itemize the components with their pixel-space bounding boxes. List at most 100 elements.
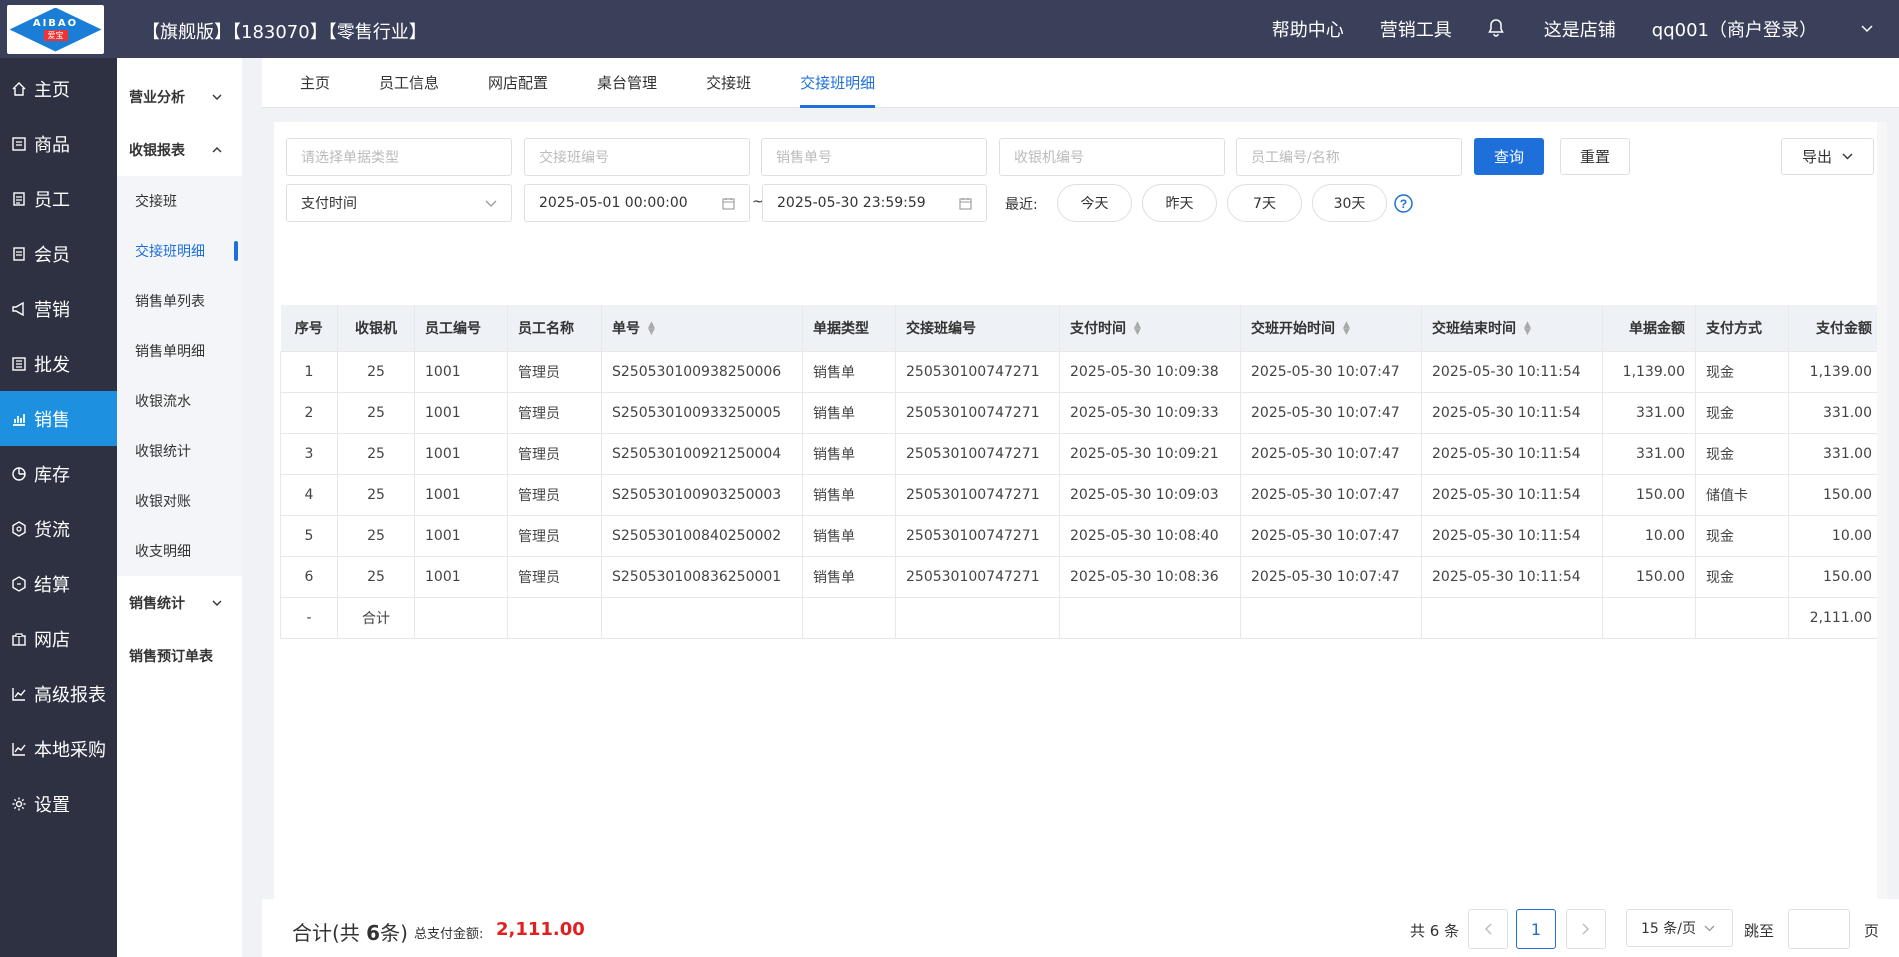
table-cell: 6 [280, 555, 338, 598]
shift-no-input[interactable]: 交接班编号 [524, 138, 750, 176]
scrollbar-track[interactable] [1877, 122, 1887, 957]
table-cell: 2025-05-30 10:08:36 [1059, 555, 1241, 598]
sort-icon[interactable]: ▲ ▼ [1343, 320, 1351, 336]
table-cell: 现金 [1695, 514, 1789, 557]
submenu-group-business[interactable]: 营业分析 [117, 70, 242, 123]
sidebar-item-shop[interactable]: 网店 [0, 611, 117, 666]
employee-input[interactable]: 员工编号/名称 [1236, 138, 1462, 176]
sort-icon[interactable]: ▲ ▼ [648, 320, 656, 336]
quick-today-button[interactable]: 今天 [1057, 184, 1132, 222]
help-icon[interactable]: ? [1394, 194, 1413, 213]
submenu-list: 交接班 交接班明细 销售单列表 销售单明细 收银流水 收银统计 收银对账 收支明… [117, 176, 242, 576]
sidebar-item-employee[interactable]: 员工 [0, 171, 117, 226]
tab-shift[interactable]: 交接班 [706, 58, 751, 108]
start-date-input[interactable]: 2025-05-01 00:00:00 [524, 184, 750, 222]
next-page-button[interactable] [1566, 909, 1606, 949]
submenu-item-income-expense[interactable]: 收支明细 [117, 526, 242, 576]
table-row[interactable]: 6 25 1001 管理员 S250530100836250001 销售单 25053010… [280, 555, 1883, 598]
table-cell: 331.00 [1602, 432, 1696, 475]
sidebar-item-home[interactable]: 主页 [0, 61, 117, 116]
pagination-total: 共 6 条 [1410, 922, 1460, 940]
prev-page-button[interactable] [1468, 909, 1508, 949]
col-order-no[interactable]: 单号 ▲ ▼ [601, 305, 803, 351]
top-header: AIBAO 爱宝 【旗舰版】【183070】【零售行业】 帮助中心 营销工具 这… [0, 0, 1899, 58]
sort-icon[interactable]: ▲ ▼ [1134, 320, 1142, 336]
marketing-tools-link[interactable]: 营销工具 [1380, 16, 1452, 42]
help-center-link[interactable]: 帮助中心 [1272, 16, 1344, 42]
export-button[interactable]: 导出 [1781, 138, 1874, 175]
home-icon [10, 80, 28, 98]
table-cell [414, 596, 508, 639]
table-row[interactable]: 4 25 1001 管理员 S250530100903250003 销售单 25053010… [280, 473, 1883, 516]
tab-shift-detail[interactable]: 交接班明细 [800, 58, 876, 108]
sidebar-item-settle[interactable]: 结算 [0, 556, 117, 611]
query-button[interactable]: 查询 [1474, 138, 1544, 175]
start-date-value: 2025-05-01 00:00:00 [539, 195, 688, 211]
quick-30days-button[interactable]: 30天 [1312, 184, 1387, 222]
end-date-input[interactable]: 2025-05-30 23:59:59 [762, 184, 987, 222]
submenu-item-reconcile[interactable]: 收银对账 [117, 476, 242, 526]
store-name-link[interactable]: 这是店铺 [1544, 16, 1616, 42]
sidebar-item-flow[interactable]: 货流 [0, 501, 117, 556]
user-name: qq001（商户登录） [1651, 20, 1817, 41]
col-shift-start[interactable]: 交班开始时间 ▲ ▼ [1240, 305, 1422, 351]
submenu-group-preorder[interactable]: 销售预订单表 [117, 629, 242, 682]
cashier-no-input[interactable]: 收银机编号 [999, 138, 1225, 176]
table-cell: 10.00 [1788, 514, 1883, 557]
user-menu[interactable]: qq001（商户登录） [1652, 16, 1873, 42]
jump-page-input[interactable] [1788, 909, 1850, 949]
col-pay-time[interactable]: 支付时间 ▲ ▼ [1059, 305, 1241, 351]
table-cell [507, 596, 602, 639]
reset-button[interactable]: 重置 [1560, 138, 1630, 175]
table-cell: S250530100933250005 [601, 391, 803, 434]
sidebar-item-advanced-report[interactable]: 高级报表 [0, 666, 117, 721]
page-size-select[interactable]: 15 条/页 [1626, 909, 1733, 947]
page-size-value: 15 条/页 [1641, 921, 1696, 937]
tab-table-management[interactable]: 桌台管理 [597, 58, 657, 108]
submenu-item-sales-list[interactable]: 销售单列表 [117, 276, 242, 326]
table-cell: 现金 [1695, 391, 1789, 434]
col-shift-end[interactable]: 交班结束时间 ▲ ▼ [1421, 305, 1603, 351]
chevron-up-icon [212, 146, 222, 152]
table-row[interactable]: 2 25 1001 管理员 S250530100933250005 销售单 25053010… [280, 391, 1883, 434]
submenu-group-label: 营业分析 [129, 89, 185, 106]
sidebar-item-wholesale[interactable]: 批发 [0, 336, 117, 391]
sidebar-item-marketing[interactable]: 营销 [0, 281, 117, 336]
sidebar-item-member[interactable]: 会员 [0, 226, 117, 281]
tab-employee-info[interactable]: 员工信息 [379, 58, 439, 108]
col-shift-end-label: 交班结束时间 [1432, 320, 1516, 337]
table-cell: S250530100836250001 [601, 555, 803, 598]
table-row[interactable]: 1 25 1001 管理员 S250530100938250006 销售单 25053010… [280, 350, 1883, 393]
sale-no-input[interactable]: 销售单号 [761, 138, 987, 176]
sidebar-item-goods[interactable]: 商品 [0, 116, 117, 171]
quick-7days-button[interactable]: 7天 [1227, 184, 1302, 222]
tab-home[interactable]: 主页 [300, 58, 330, 108]
submenu-group-cashier[interactable]: 收银报表 [117, 123, 242, 176]
table-cell [1602, 596, 1696, 639]
submenu-group-sales-stats[interactable]: 销售统计 [117, 576, 242, 629]
time-type-value: 支付时间 [301, 196, 357, 212]
page-number-button[interactable]: 1 [1516, 909, 1556, 949]
sidebar-item-sales[interactable]: 销售 [0, 391, 117, 446]
table-row[interactable]: 5 25 1001 管理员 S250530100840250002 销售单 25053010… [280, 514, 1883, 557]
logo[interactable]: AIBAO 爱宝 [7, 5, 104, 54]
doc-type-select[interactable]: 请选择单据类型 [286, 138, 512, 176]
sort-icon[interactable]: ▲ ▼ [1524, 320, 1532, 336]
bell-icon[interactable] [1488, 19, 1508, 39]
chevron-down-icon [1861, 25, 1873, 33]
table-cell: 2 [280, 391, 338, 434]
sidebar-item-purchase[interactable]: 本地采购 [0, 721, 117, 776]
submenu-item-cash-stats[interactable]: 收银统计 [117, 426, 242, 476]
submenu-item-sales-detail[interactable]: 销售单明细 [117, 326, 242, 376]
time-type-select[interactable]: 支付时间 [286, 184, 512, 222]
table-cell: 331.00 [1788, 391, 1883, 434]
tab-shop-config[interactable]: 网店配置 [488, 58, 548, 108]
submenu-item-shift[interactable]: 交接班 [117, 176, 242, 226]
sidebar-item-settings[interactable]: 设置 [0, 776, 117, 831]
submenu-item-shift-detail[interactable]: 交接班明细 [117, 226, 242, 276]
quick-yesterday-button[interactable]: 昨天 [1142, 184, 1217, 222]
submenu-item-cash-flow[interactable]: 收银流水 [117, 376, 242, 426]
table-row[interactable]: 3 25 1001 管理员 S250530100921250004 销售单 25053010… [280, 432, 1883, 475]
settle-icon [10, 575, 28, 593]
sidebar-item-stock[interactable]: 库存 [0, 446, 117, 501]
